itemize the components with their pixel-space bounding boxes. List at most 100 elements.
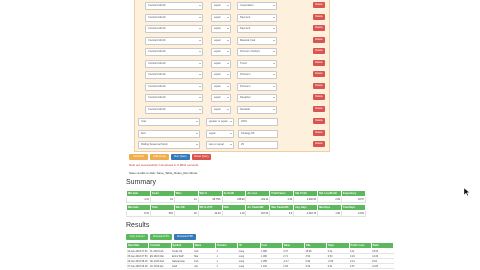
table-cell: -162.11 [245,196,271,203]
table-cell: 1.95 [317,210,343,217]
delete-rule-button[interactable]: Delete [313,105,325,112]
rule-row: Contract Month equal Payment Delete [135,13,331,23]
delete-rule-button[interactable]: Delete [313,71,325,77]
chevron-down-icon [273,16,275,18]
delete-rule-button[interactable]: Delete [313,118,325,124]
table-cell: 68.75% [197,196,223,203]
rule-row: Contract Month equal Premium Vol/Opt Delete [135,48,331,57]
chevron-down-icon [273,51,275,52]
rule-row: Contract Month equal Payment Delete [135,25,331,34]
rule-value-select[interactable]: Sizeable [237,105,277,114]
add-rule-button[interactable]: Add Rule [129,154,148,160]
rule-value-input[interactable]: 2016 [238,118,278,126]
delete-rule-button[interactable]: Delete [313,2,325,8]
rule-field-select-value: Contract Month [148,38,166,42]
chevron-down-icon [227,97,229,98]
rule-field-select[interactable]: Contract Month [145,36,203,45]
delete-rule-button[interactable]: Delete [313,48,325,54]
rule-operator-select-value: equal [214,50,221,53]
rule-operator-select[interactable]: equal [211,94,231,102]
copy-excel-button[interactable]: Copy to Excel [126,234,148,240]
rule-value-select[interactable]: Corporation [237,2,277,10]
rule-operator-select-value: greater or equal [209,120,228,123]
rule-value-select[interactable]: Material Cost [237,36,277,45]
rule-field-select[interactable]: Contract Month [145,25,203,33]
chevron-down-icon [227,5,229,6]
rule-field-select[interactable]: Contract Month [145,59,203,68]
delete-rule-button[interactable]: Delete [313,25,325,31]
table-row[interactable]: 07-Jan-2016 09:18 GC 2016 Apr Gold Apr 1 Long… [126,263,394,269]
delete-rule-button[interactable]: Delete [313,94,325,100]
rule-value-select[interactable]: Trend [237,59,277,68]
rule-field-select[interactable]: Contract Month [145,48,203,56]
rule-operator-select[interactable]: equal [211,2,231,10]
rule-field-select[interactable]: Contract Month [145,82,203,91]
run-query-button[interactable]: Run Query [171,154,190,160]
delete-rule-button[interactable]: Delete [313,36,325,43]
rule-value-select[interactable]: Payment [237,13,277,22]
rule-operator-select[interactable]: equal [211,25,231,33]
rule-field-select[interactable]: Contract Month [145,13,203,22]
rule-row: Contract Month equal Premium Delete [135,82,331,92]
rule-row: Contract Month equal Corporation Delete [135,2,331,11]
download-csv-button[interactable]: Download CSV [150,234,172,240]
rule-value-select[interactable]: Premium [237,71,277,79]
delete-rule-button[interactable]: Delete [313,59,325,66]
table-cell: Gold [171,263,194,269]
table-cell: 8.31 [126,210,151,217]
delete-rule-button[interactable]: Delete [313,82,325,89]
delete-rule-button[interactable]: Delete [313,129,325,136]
rule-operator-select-value: less or equal [209,143,224,146]
rule-field-select[interactable]: Contract Month [145,71,203,79]
rule-row: Contract Month equal Premium Delete [135,71,331,80]
rule-operator-select[interactable]: equal [211,48,231,56]
delete-rule-button[interactable]: Delete [313,13,325,20]
table-cell: GC 2016 Apr [148,263,171,269]
table-cell: 93.57 [341,196,366,203]
table-cell: 8.9 [269,210,295,217]
chevron-down-icon [227,74,229,75]
add-group-button[interactable]: Add Group [150,154,169,160]
chevron-down-icon [199,62,201,64]
rule-value-input[interactable]: Strategy #5 [238,129,278,138]
table-cell: 4.31 [126,196,151,203]
rule-field-select[interactable]: Rolling Seasonal Stock [138,141,200,149]
rule-operator-select[interactable]: equal [211,105,231,114]
rule-value-select-value: Daughter [240,96,251,99]
rule-operator-select[interactable]: greater or equal [206,118,234,126]
delete-rule-button[interactable]: Delete [313,141,325,147]
rule-value-select[interactable]: Premium [237,82,277,91]
query-builder: Contract Month equal Corporation Delete Cont… [134,0,330,152]
rule-field-select[interactable]: Contract Month [145,2,203,10]
table-cell: 1.041 [260,263,283,269]
table-cell: 07-Jan-2016 09:18 [126,263,149,269]
chevron-down-icon [199,74,201,75]
rule-operator-select[interactable]: equal [211,13,231,22]
rule-value-select[interactable]: Payment [237,25,277,33]
rule-operator-select-value: equal [214,96,221,99]
rule-value-select[interactable]: Premium Vol/Opt [237,48,277,56]
rule-value-select[interactable]: Daughter [237,94,277,102]
rule-operator-select[interactable]: equal [206,129,234,138]
rule-field-select[interactable]: Contract Month [145,105,203,114]
rule-field-select-value: Contract Month [148,4,166,7]
reset-query-button[interactable]: Reset Query [192,154,211,160]
rule-field-select-value: Rolling Seasonal Stock [141,143,168,146]
chevron-down-icon [199,39,201,41]
rule-operator-select[interactable]: less or equal [206,141,234,149]
rule-value-select-value: Material Cost [240,38,256,42]
rule-field-select[interactable]: Year [138,118,200,126]
rule-operator-select[interactable]: equal [211,82,231,91]
results-table: Start Date Contract Symbol Name Position W Cos… [125,242,395,269]
rule-operator-select[interactable]: equal [211,36,231,45]
rule-operator-select[interactable]: equal [211,71,231,79]
rule-field-select[interactable]: Contract Month [145,94,203,102]
download-pdf-button[interactable]: Download PDF [174,234,196,240]
rule-field-select[interactable]: Run [138,129,200,138]
rule-value-input[interactable]: 25 [238,141,278,149]
rule-operator-select[interactable]: equal [211,59,231,68]
rule-field-select-value: Contract Month [148,27,166,30]
rule-value-select-value: Sizeable [240,107,250,111]
table-cell: 2.22 [269,196,295,203]
rule-field-select-value: Run [141,131,146,135]
